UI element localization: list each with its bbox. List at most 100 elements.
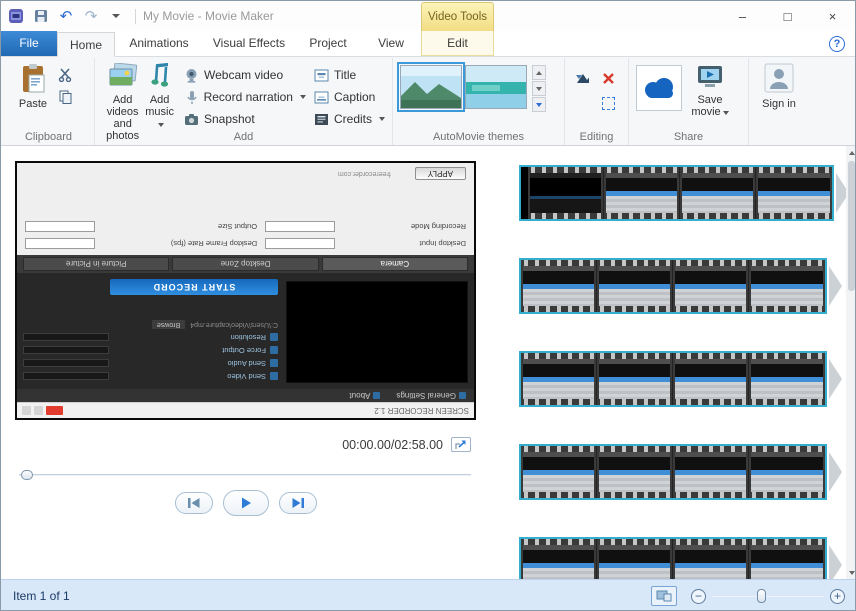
zoom-control: − + xyxy=(691,588,845,604)
select-all-button[interactable] xyxy=(597,92,619,114)
clip-frame[interactable] xyxy=(673,446,749,498)
tab-visual-effects[interactable]: Visual Effects xyxy=(203,31,295,56)
add-music-button[interactable]: Add music xyxy=(143,61,176,132)
clip-continuation-arrow-icon xyxy=(829,359,842,399)
scroll-up-icon[interactable] xyxy=(846,146,856,159)
tab-home[interactable]: Home xyxy=(57,32,115,57)
sign-in-button[interactable]: Sign in xyxy=(756,61,802,112)
clipboard-icon xyxy=(20,63,46,96)
scissors-icon xyxy=(58,68,73,82)
scroll-down-icon[interactable] xyxy=(846,566,856,579)
onedrive-share-tile[interactable] xyxy=(636,65,682,111)
snapshot-button[interactable]: Snapshot xyxy=(184,110,306,128)
webcam-icon xyxy=(184,68,199,83)
clip-frame[interactable] xyxy=(521,353,597,405)
clip-frame[interactable] xyxy=(673,260,749,312)
scrollbar-thumb[interactable] xyxy=(848,161,855,291)
save-icon[interactable] xyxy=(32,7,50,25)
camera-icon xyxy=(184,113,199,126)
popout-arrow-icon xyxy=(455,440,467,450)
app-logo-icon[interactable] xyxy=(7,7,25,25)
seek-track[interactable] xyxy=(19,474,471,476)
save-movie-button[interactable]: Save movie xyxy=(686,61,734,120)
clip-frame[interactable] xyxy=(521,260,597,312)
clip-frame[interactable] xyxy=(528,167,604,219)
minimize-button[interactable]: – xyxy=(720,1,765,31)
remove-button[interactable] xyxy=(597,67,619,89)
clip-frame[interactable] xyxy=(749,539,825,579)
recorder-controls: Send VideoSend AudioForce OutputResoluti… xyxy=(23,331,278,383)
undo-icon[interactable]: ↶ xyxy=(57,7,75,25)
seek-handle[interactable] xyxy=(21,470,33,480)
play-button[interactable] xyxy=(223,490,269,516)
storyboard-clip-row[interactable] xyxy=(519,537,856,579)
clip-frame[interactable] xyxy=(521,446,597,498)
preview-pane: SCREEN RECORDER 1.2 General Settings Abo… xyxy=(1,146,491,579)
clip-frame[interactable] xyxy=(597,539,673,579)
qat-dropdown-icon[interactable] xyxy=(107,7,125,25)
video-preview[interactable]: SCREEN RECORDER 1.2 General Settings Abo… xyxy=(15,161,476,420)
next-frame-button[interactable] xyxy=(279,492,317,514)
clip-frame[interactable] xyxy=(604,167,680,219)
maximize-button[interactable]: □ xyxy=(765,1,810,31)
tab-file[interactable]: File xyxy=(1,31,57,56)
tab-animations[interactable]: Animations xyxy=(115,31,203,56)
theme-gallery-more-icon[interactable] xyxy=(532,97,546,112)
zoom-slider-handle[interactable] xyxy=(757,589,766,603)
zoom-slider[interactable] xyxy=(712,588,824,604)
storyboard-clip-row[interactable] xyxy=(519,165,856,221)
clip-frame[interactable] xyxy=(749,446,825,498)
caption-button[interactable]: Caption xyxy=(314,88,385,106)
clip-frame[interactable] xyxy=(749,260,825,312)
close-button[interactable]: × xyxy=(810,1,855,31)
tab-edit[interactable]: Edit xyxy=(421,31,494,56)
clip-frame[interactable] xyxy=(521,539,597,579)
recorder-tab-desktop-zone: Desktop Zone xyxy=(172,257,318,271)
theme-thumbnail-default[interactable] xyxy=(400,65,462,109)
zoom-out-button[interactable]: − xyxy=(691,589,706,604)
title-button[interactable]: Title xyxy=(314,66,385,84)
thumbnail-size-button[interactable] xyxy=(651,586,677,606)
recorder-tab-camera: Camera xyxy=(322,257,468,271)
zoom-in-button[interactable]: + xyxy=(830,589,845,604)
storyboard-scrollbar[interactable] xyxy=(846,146,856,579)
save-movie-icon xyxy=(696,63,724,92)
clip-frame[interactable] xyxy=(680,167,756,219)
tab-project[interactable]: Project xyxy=(295,31,361,56)
fullscreen-button[interactable] xyxy=(451,437,471,452)
recorder-minimize-icon xyxy=(22,406,31,415)
storyboard-clip-row[interactable] xyxy=(519,444,856,500)
landscape-theme-icon xyxy=(401,66,461,108)
record-narration-button[interactable]: Record narration xyxy=(184,88,306,106)
previous-frame-icon xyxy=(186,497,202,509)
theme-scroll-down-icon[interactable] xyxy=(532,81,546,96)
rotate-left-button[interactable] xyxy=(572,67,594,89)
playback-controls xyxy=(1,490,491,516)
clip-frame[interactable] xyxy=(597,353,673,405)
recorder-browse-button: Browse xyxy=(152,320,185,329)
webcam-video-button[interactable]: Webcam video xyxy=(184,66,306,84)
help-icon[interactable]: ? xyxy=(829,36,845,52)
theme-thumbnail-contemporary[interactable] xyxy=(465,65,527,109)
seek-slider[interactable] xyxy=(19,469,471,481)
credits-button[interactable]: Credits xyxy=(314,110,385,128)
recorder-apply-button: APPLY xyxy=(415,167,466,180)
tab-view[interactable]: View xyxy=(361,31,421,56)
theme-scroll-up-icon[interactable] xyxy=(532,65,546,80)
remove-x-icon xyxy=(602,72,615,85)
storyboard-clip-row[interactable] xyxy=(519,258,856,314)
paste-button[interactable]: Paste xyxy=(10,61,56,112)
clip-frame[interactable] xyxy=(597,446,673,498)
storyboard-clip-row[interactable] xyxy=(519,351,856,407)
redo-icon[interactable]: ↷ xyxy=(82,7,100,25)
clip-frame[interactable] xyxy=(749,353,825,405)
copy-button[interactable] xyxy=(58,88,73,106)
clip-frame[interactable] xyxy=(597,260,673,312)
clip-frame[interactable] xyxy=(756,167,832,219)
cut-button[interactable] xyxy=(58,66,73,84)
previous-frame-button[interactable] xyxy=(175,492,213,514)
video-tools-contextual-tab[interactable]: Video Tools xyxy=(421,2,494,31)
titlebar: ↶ ↷ My Movie - Movie Maker Video Tools –… xyxy=(1,1,855,31)
clip-frame[interactable] xyxy=(673,353,749,405)
clip-frame[interactable] xyxy=(673,539,749,579)
